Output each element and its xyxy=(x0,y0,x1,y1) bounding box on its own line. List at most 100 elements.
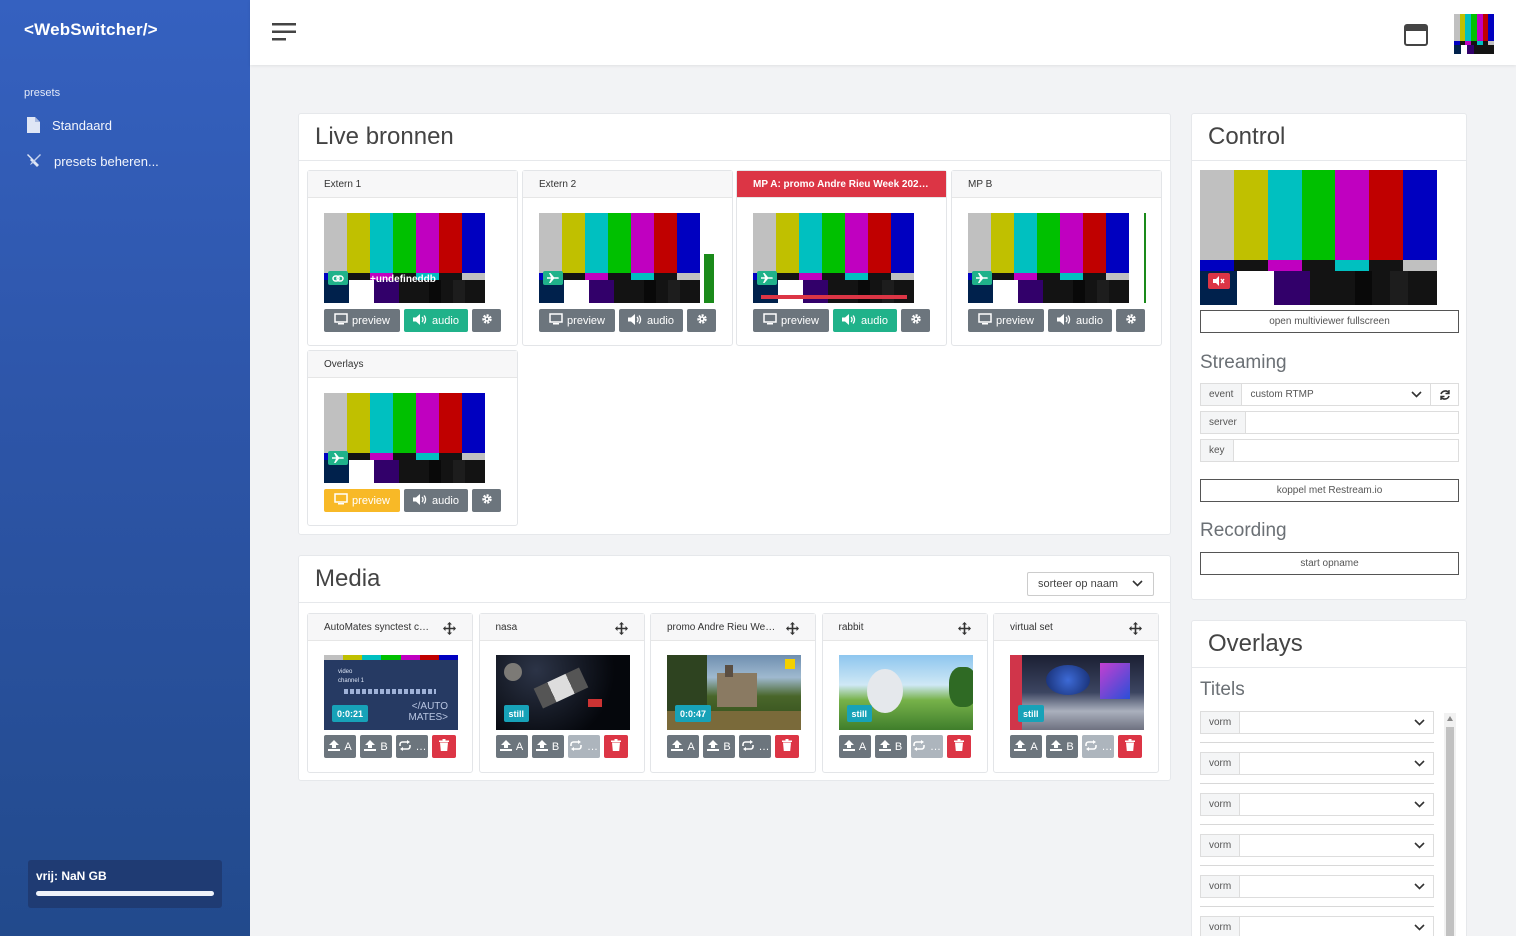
media-duration-badge: 0:0:21 xyxy=(332,705,369,722)
live-sources-panel: Live bronnen Extern 1 +undefineddb previ… xyxy=(298,113,1171,535)
move-icon[interactable] xyxy=(786,622,799,640)
move-icon[interactable] xyxy=(614,622,628,640)
settings-button[interactable] xyxy=(687,309,716,332)
user-avatar[interactable] xyxy=(1454,14,1494,54)
audio-button[interactable]: audio xyxy=(833,309,897,332)
window-icon[interactable] xyxy=(1404,24,1428,51)
settings-button[interactable] xyxy=(472,309,501,332)
live-source-card: MP A: promo Andre Rieu Week 202… preview… xyxy=(736,170,947,346)
overlay-scrollbar[interactable] xyxy=(1444,713,1456,936)
button-label: … xyxy=(930,740,941,753)
load-to-a-button[interactable]: A xyxy=(324,735,356,758)
media-thumbnail[interactable]: video channel 1 </AUTO MATES> 0:0:21 xyxy=(324,655,458,730)
monitor-icon xyxy=(763,313,777,328)
delete-button[interactable] xyxy=(775,735,799,758)
row-divider xyxy=(1200,824,1434,825)
preview-label: preview xyxy=(996,314,1034,327)
restream-button[interactable]: koppel met Restream.io xyxy=(1200,479,1459,502)
loop-button[interactable]: … xyxy=(739,735,771,758)
gear-icon xyxy=(481,313,493,328)
media-sort-select[interactable]: sorteer op naam xyxy=(1027,572,1154,596)
load-to-a-button[interactable]: A xyxy=(667,735,699,758)
loop-button[interactable]: … xyxy=(910,735,943,758)
sidebar-item-presets-beheren[interactable]: presets beheren... xyxy=(26,153,159,169)
trash-icon xyxy=(782,739,792,754)
overlay-select[interactable] xyxy=(1240,876,1433,897)
scrollbar-thumb[interactable] xyxy=(1446,727,1454,936)
loop-button[interactable]: … xyxy=(567,735,600,758)
live-source-thumbnail[interactable] xyxy=(539,213,700,303)
media-thumbnail[interactable]: 0:0:47 xyxy=(667,655,801,730)
trash-icon xyxy=(1125,739,1135,754)
media-duration-badge: still xyxy=(846,705,873,722)
preview-button[interactable]: preview xyxy=(539,309,615,332)
load-to-b-button[interactable]: B xyxy=(531,735,564,758)
load-to-b-button[interactable]: B xyxy=(360,735,392,758)
audio-button[interactable]: audio xyxy=(404,309,468,332)
sidebar-item-standaard[interactable]: Standaard xyxy=(26,117,112,133)
event-select[interactable]: custom RTMP xyxy=(1242,384,1430,405)
titels-label: Titels xyxy=(1200,679,1245,700)
move-icon[interactable] xyxy=(443,622,456,640)
live-source-thumbnail[interactable]: +undefineddb xyxy=(324,213,485,303)
live-source-thumbnail[interactable] xyxy=(968,213,1129,303)
audio-button[interactable]: audio xyxy=(619,309,683,332)
preview-button[interactable]: preview xyxy=(968,309,1044,332)
load-to-a-button[interactable]: A xyxy=(838,735,871,758)
sidebar: <WebSwitcher/> presets Standaard presets… xyxy=(0,0,250,936)
sidebar-heading-presets: presets xyxy=(24,87,61,99)
start-recording-button[interactable]: start opname xyxy=(1200,552,1459,575)
overlay-select[interactable] xyxy=(1240,794,1433,815)
live-source-thumbnail[interactable] xyxy=(324,393,485,483)
loop-icon xyxy=(1084,739,1098,754)
delete-button[interactable] xyxy=(603,735,628,758)
delete-button[interactable] xyxy=(432,735,456,758)
chevron-down-icon xyxy=(1414,759,1425,767)
preview-button[interactable]: preview xyxy=(324,489,400,512)
open-multiviewer-button[interactable]: open multiviewer fullscreen xyxy=(1200,310,1459,333)
media-card: virtual set still A B … xyxy=(993,613,1159,773)
delete-button[interactable] xyxy=(1118,735,1142,758)
move-icon[interactable] xyxy=(1129,622,1142,640)
audio-button[interactable]: audio xyxy=(404,489,468,512)
hamburger-menu-icon[interactable] xyxy=(272,22,296,47)
mute-icon[interactable] xyxy=(1208,273,1230,289)
media-thumbnail[interactable]: still xyxy=(495,655,630,730)
live-source-name: MP A: promo Andre Rieu Week 202… xyxy=(737,171,946,198)
live-source-thumbnail[interactable] xyxy=(753,213,914,303)
overlay-row-label: vorm xyxy=(1201,712,1241,733)
live-source-name: MP B xyxy=(952,171,1161,198)
preview-button[interactable]: preview xyxy=(324,309,400,332)
overlay-select[interactable] xyxy=(1240,753,1433,774)
delete-button[interactable] xyxy=(946,735,971,758)
loop-button[interactable]: … xyxy=(1082,735,1114,758)
settings-button[interactable] xyxy=(1116,309,1145,332)
server-input[interactable] xyxy=(1246,412,1458,433)
overlay-select[interactable] xyxy=(1240,835,1433,856)
load-to-b-button[interactable]: B xyxy=(1046,735,1078,758)
button-label: B xyxy=(551,740,560,753)
key-input[interactable] xyxy=(1234,440,1458,461)
overlay-select[interactable] xyxy=(1240,712,1433,733)
brand-logo[interactable]: <WebSwitcher/> xyxy=(24,20,158,40)
chevron-down-icon xyxy=(1414,718,1425,726)
media-sort-label: sorteer op naam xyxy=(1038,578,1119,590)
move-icon[interactable] xyxy=(957,622,971,640)
load-to-b-button[interactable]: B xyxy=(874,735,907,758)
live-source-card: Overlays preview audio xyxy=(307,350,518,526)
preview-button[interactable]: preview xyxy=(753,309,829,332)
audio-label: audio xyxy=(432,494,459,507)
settings-button[interactable] xyxy=(901,309,930,332)
load-to-b-button[interactable]: B xyxy=(703,735,735,758)
media-thumbnail[interactable]: still xyxy=(1010,655,1144,730)
overlay-select[interactable] xyxy=(1240,917,1433,936)
settings-button[interactable] xyxy=(472,489,501,512)
loop-button[interactable]: … xyxy=(396,735,428,758)
audio-button[interactable]: audio xyxy=(1048,309,1112,332)
load-to-a-button[interactable]: A xyxy=(1010,735,1042,758)
load-to-a-button[interactable]: A xyxy=(495,735,528,758)
refresh-button[interactable] xyxy=(1430,384,1458,405)
monitor-icon xyxy=(334,313,348,328)
media-thumbnail[interactable]: still xyxy=(838,655,973,730)
key-label: key xyxy=(1201,440,1234,461)
